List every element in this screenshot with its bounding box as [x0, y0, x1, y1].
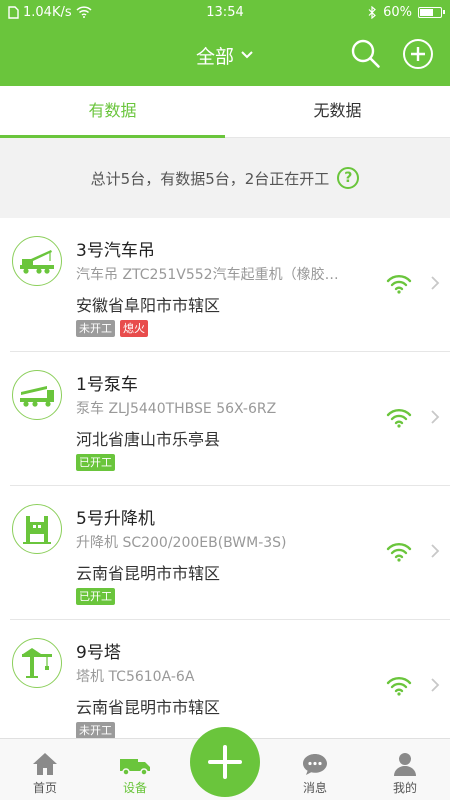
truck-crane-icon [12, 236, 62, 286]
device-location: 河北省唐山市乐亭县 [76, 430, 221, 449]
add-circle-icon [403, 39, 433, 69]
device-icon [120, 759, 150, 776]
status-badge: 已开工 [76, 454, 115, 471]
device-location: 安徽省阜阳市市辖区 [76, 296, 221, 315]
nav-device[interactable]: 设备 [90, 739, 180, 800]
status-tags: 未开工 [76, 722, 115, 738]
device-item[interactable]: 5号升降机 升降机 SC200/200EB(BWM-3S) 云南省昆明市市辖区 … [10, 486, 450, 620]
battery-fill [420, 8, 434, 16]
summary-banner: 总计5台，有数据5台，2台正在开工 ? [0, 138, 450, 218]
status-badge: 未开工 [76, 320, 115, 337]
device-name: 1号泵车 [76, 375, 138, 395]
status-bar: 1.04K/s 13:54 60% [0, 0, 450, 24]
status-tags: 已开工 [76, 588, 115, 605]
chevron-down-icon [241, 51, 253, 59]
app-header: 全部 [0, 24, 450, 86]
clock: 13:54 [206, 4, 244, 20]
signal-icon [386, 677, 412, 696]
chevron-right-icon [431, 544, 440, 558]
message-icon [303, 754, 327, 775]
add-button[interactable] [402, 38, 434, 74]
device-name: 3号汽车吊 [76, 241, 155, 261]
device-location: 云南省昆明市市辖区 [76, 698, 221, 717]
status-badge: 熄火 [120, 320, 148, 337]
plus-icon [208, 745, 242, 779]
chevron-right-icon [431, 678, 440, 692]
nav-label: 设备 [122, 781, 147, 795]
chevron-right-icon [431, 276, 440, 290]
search-button[interactable] [350, 38, 382, 74]
home-icon [33, 753, 57, 775]
nav-label: 消息 [302, 781, 327, 795]
device-item[interactable]: 9号塔 塔机 TC5610A-6A 云南省昆明市市辖区 未开工 [10, 620, 450, 738]
chevron-right-icon [431, 410, 440, 424]
tab-without-data[interactable]: 无数据 [225, 86, 450, 137]
search-icon [351, 39, 380, 68]
summary-text: 总计5台，有数据5台，2台正在开工 [90, 169, 330, 188]
nav-home[interactable]: 首页 [0, 739, 90, 800]
device-location: 云南省昆明市市辖区 [76, 564, 221, 583]
nav-label: 我的 [392, 781, 417, 795]
status-tags: 已开工 [76, 454, 115, 471]
tab-with-data[interactable]: 有数据 [0, 86, 225, 138]
battery-icon [418, 6, 445, 18]
profile-icon [394, 753, 416, 776]
elevator-icon [12, 504, 62, 554]
device-model: 塔机 TC5610A-6A [76, 669, 195, 685]
device-list: 3号汽车吊 汽车吊 ZTC251V552汽车起重机（橡胶… 安徽省阜阳市市辖区 … [0, 218, 450, 738]
status-badge: 已开工 [76, 588, 115, 605]
device-name: 9号塔 [76, 643, 121, 663]
data-tabs: 有数据 无数据 [0, 86, 450, 138]
device-model: 泵车 ZLJ5440THBSE 56X-6RZ [76, 401, 277, 417]
nav-label: 首页 [32, 781, 57, 795]
device-name: 5号升降机 [76, 509, 155, 529]
help-icon[interactable]: ? [337, 167, 360, 189]
center-add-button[interactable] [190, 727, 260, 797]
signal-icon [386, 409, 412, 428]
status-tags: 未开工 熄火 [76, 320, 148, 337]
header-title: 全部 [195, 45, 234, 68]
tower-crane-icon [12, 638, 62, 688]
filter-dropdown[interactable]: 全部 [196, 42, 254, 69]
signal-icon [386, 275, 412, 294]
status-badge: 未开工 [76, 722, 115, 738]
nav-message[interactable]: 消息 [270, 739, 360, 800]
device-model: 汽车吊 ZTC251V552汽车起重机（橡胶… [76, 267, 339, 283]
device-model: 升降机 SC200/200EB(BWM-3S) [76, 535, 287, 551]
device-item[interactable]: 1号泵车 泵车 ZLJ5440THBSE 56X-6RZ 河北省唐山市乐亭县 已… [10, 352, 450, 486]
nav-profile[interactable]: 我的 [360, 739, 450, 800]
device-item[interactable]: 3号汽车吊 汽车吊 ZTC251V552汽车起重机（橡胶… 安徽省阜阳市市辖区 … [10, 218, 450, 352]
pump-truck-icon [12, 370, 62, 420]
signal-icon [386, 543, 412, 562]
